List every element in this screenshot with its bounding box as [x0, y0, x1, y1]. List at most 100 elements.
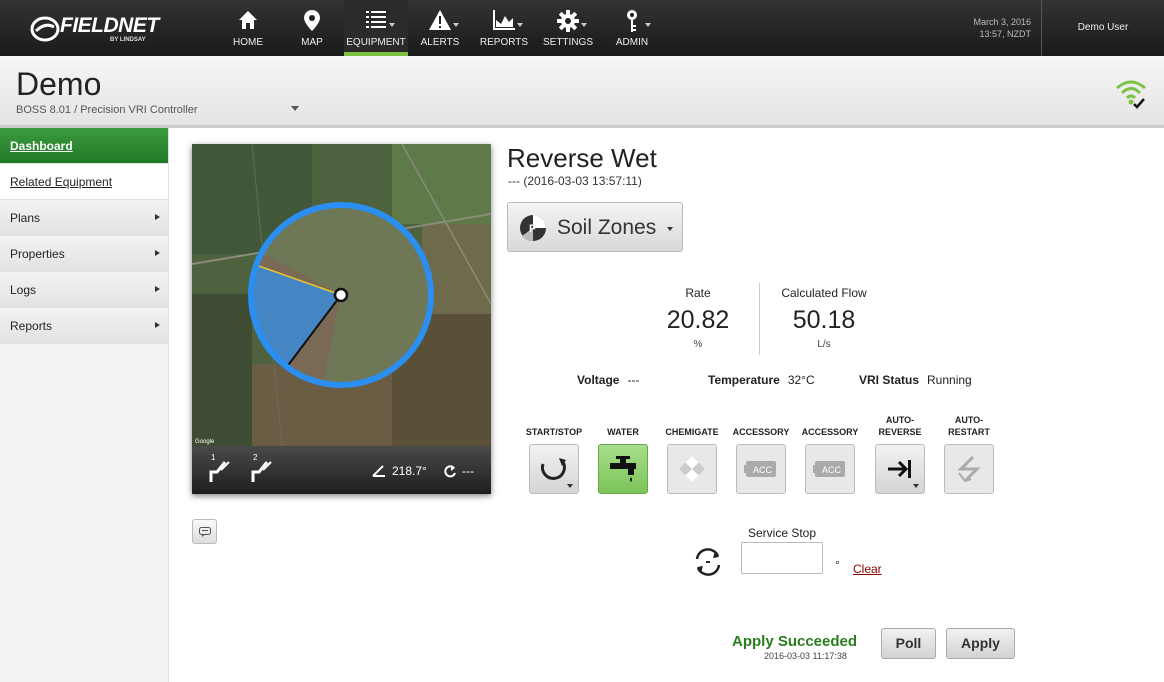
date-time: March 3, 2016 13:57, NZDT: [973, 16, 1031, 40]
service-stop-input[interactable]: [741, 542, 823, 574]
connection-status-icon: [1116, 80, 1146, 109]
chemigate-button[interactable]: [667, 444, 717, 494]
sidebar-item-plans[interactable]: Plans: [0, 200, 168, 236]
sprinkler-zone-2-icon[interactable]: 2: [249, 454, 273, 484]
logo-text: FIELDNET: [60, 14, 159, 37]
comment-button[interactable]: [192, 519, 217, 544]
control-label: AUTO-RESTART: [948, 415, 990, 437]
nav-admin[interactable]: ADMIN: [600, 0, 664, 56]
flow-metric: Calculated Flow 50.18 L/s: [774, 286, 874, 350]
sidebar: Dashboard Related Equipment Plans Proper…: [0, 128, 169, 682]
chevron-right-icon: [155, 250, 160, 256]
sidebar-item-properties[interactable]: Properties: [0, 236, 168, 272]
home-icon: [239, 11, 257, 29]
map-footer: 1 2 218.7° ---: [192, 446, 491, 494]
vri-status-value: Running: [927, 373, 972, 387]
temperature-label: Temperature: [708, 373, 780, 387]
map-attribution: Google: [195, 439, 215, 445]
nav-map[interactable]: MAP: [280, 0, 344, 56]
start-stop-button[interactable]: [529, 444, 579, 494]
control-label: WATER: [607, 427, 639, 437]
control-label: ACCESSORY: [732, 427, 790, 437]
water-tap-icon: [610, 456, 636, 482]
accessory-icon: ACC: [744, 461, 776, 477]
sidebar-item-dashboard[interactable]: Dashboard: [0, 128, 168, 164]
equipment-header: Demo BOSS 8.01 / Precision VRI Controlle…: [0, 56, 1164, 128]
control-accessory-2: ACCESSORY ACC: [802, 414, 858, 494]
equipment-subtitle: BOSS 8.01 / Precision VRI Controller: [16, 104, 198, 116]
water-button[interactable]: [598, 444, 648, 494]
sidebar-item-label: Plans: [10, 211, 41, 225]
chevron-right-icon: [155, 286, 160, 292]
nav-alerts[interactable]: ALERTS: [408, 0, 472, 56]
degree-symbol: °: [835, 558, 840, 572]
soil-zones-label: Soil Zones: [557, 216, 657, 239]
zone-2-number: 2: [253, 454, 258, 462]
map-pin-icon: [304, 10, 320, 31]
soil-zones-button[interactable]: F Soil Zones: [507, 202, 683, 252]
start-stop-icon: [540, 458, 566, 480]
apply-timestamp: 2016-03-03 11:17:38: [764, 651, 847, 661]
sprinkler-zone-1-icon[interactable]: 1: [207, 454, 231, 484]
nav-home-label: HOME: [233, 37, 263, 48]
chevron-down-icon: [389, 23, 395, 27]
auto-reverse-button[interactable]: [875, 444, 925, 494]
accessory-1-button[interactable]: ACC: [736, 444, 786, 494]
control-label: CHEMIGATE: [665, 427, 719, 437]
flow-value: 50.18: [792, 306, 856, 334]
flow-unit: L/s: [817, 339, 831, 350]
comment-icon: [199, 527, 211, 537]
service-stop-label: Service Stop: [748, 526, 817, 540]
angle-icon: [372, 465, 385, 477]
sidebar-item-logs[interactable]: Logs: [0, 272, 168, 308]
clear-link[interactable]: Clear: [853, 562, 882, 576]
control-label: START/STOP: [525, 427, 583, 437]
voltage-value: ---: [627, 373, 640, 387]
rate-value: 20.82: [666, 306, 730, 334]
sidebar-item-label: Logs: [10, 283, 37, 297]
nav-home[interactable]: HOME: [216, 0, 280, 56]
vri-status-reading: VRI Status Running: [859, 373, 972, 387]
equipment-dropdown-icon[interactable]: [291, 106, 299, 111]
current-time: 13:57, NZDT: [979, 29, 1031, 39]
pivot-angle: 218.7°: [392, 464, 427, 478]
apply-button[interactable]: Apply: [946, 628, 1015, 659]
nav-admin-label: ADMIN: [615, 37, 649, 48]
pivot-status-timestamp: --- (2016-03-03 13:57:11): [508, 174, 642, 188]
poll-button[interactable]: Poll: [881, 628, 936, 659]
rotation-value: ---: [462, 464, 474, 478]
chevron-down-icon: [581, 23, 587, 27]
accessory-2-button[interactable]: ACC: [805, 444, 855, 494]
sidebar-item-related-equipment[interactable]: Related Equipment: [0, 164, 168, 200]
chevron-down-icon: [913, 484, 919, 488]
rotation-icon: [444, 465, 456, 478]
user-name: Demo User: [1077, 22, 1129, 33]
user-menu[interactable]: Demo User: [1041, 0, 1164, 56]
control-auto-restart: AUTO-RESTART: [942, 414, 996, 494]
gear-icon: [557, 10, 579, 32]
zone-1-number: 1: [211, 454, 216, 462]
auto-reverse-icon: [888, 460, 911, 478]
current-date: March 3, 2016: [973, 17, 1031, 27]
pivot-status-title: Reverse Wet: [507, 143, 657, 173]
alert-icon: [429, 10, 451, 30]
chevron-down-icon: [567, 484, 573, 488]
sidebar-item-reports[interactable]: Reports: [0, 308, 168, 344]
logo-icon: [30, 16, 60, 42]
fieldnet-logo[interactable]: FIELDNET BY LINDSAY: [30, 12, 170, 46]
chevron-down-icon: [645, 23, 651, 27]
auto-restart-button[interactable]: [944, 444, 994, 494]
satellite-map[interactable]: Google: [191, 143, 492, 447]
chevron-right-icon: [155, 214, 160, 220]
chart-icon: [493, 10, 515, 30]
top-nav-bar: FIELDNET BY LINDSAY HOME MAP EQUIPMENT A…: [0, 0, 1164, 56]
nav-reports[interactable]: REPORTS: [472, 0, 536, 56]
nav-map-label: MAP: [301, 37, 323, 48]
nav-equipment[interactable]: EQUIPMENT: [344, 0, 408, 56]
nav-settings[interactable]: SETTINGS: [536, 0, 600, 56]
rate-label: Rate: [685, 286, 711, 300]
vri-status-label: VRI Status: [859, 373, 920, 387]
chevron-down-icon: [667, 227, 673, 231]
voltage-label: Voltage: [577, 373, 620, 387]
sync-icon[interactable]: [692, 547, 724, 577]
